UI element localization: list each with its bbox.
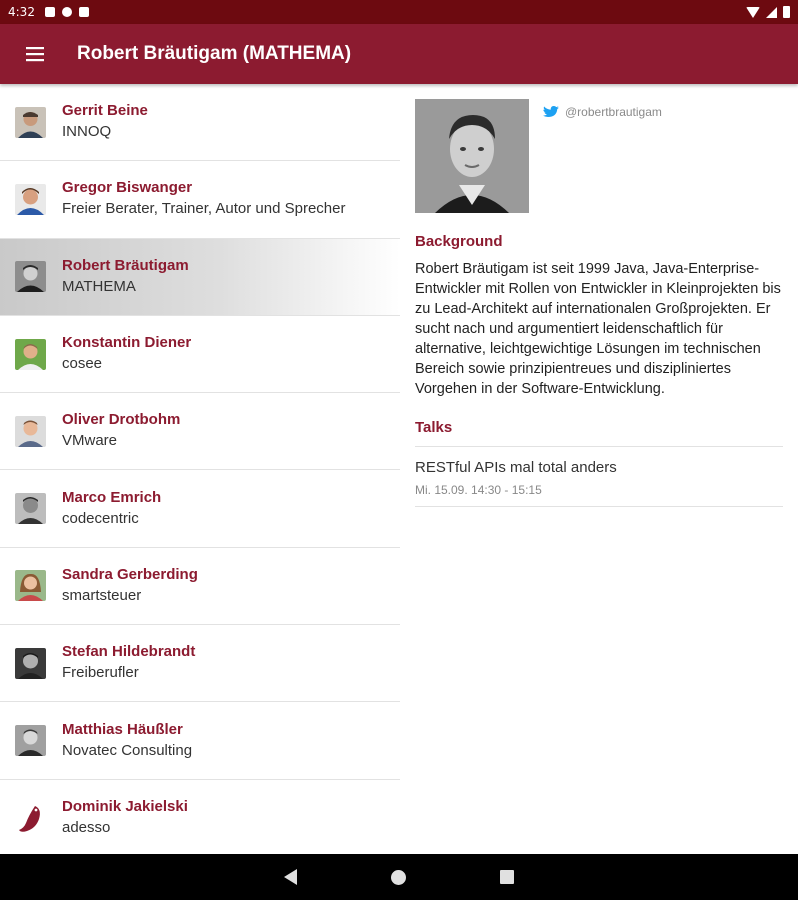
speaker-company: Freier Berater, Trainer, Autor und Sprec… <box>62 200 346 218</box>
speaker-list: Gerrit Beine INNOQ Gregor Biswanger Frei… <box>0 84 400 854</box>
owl-logo-icon <box>15 802 46 834</box>
speaker-company: VMware <box>62 432 118 450</box>
avatar <box>15 106 46 138</box>
speaker-list-item[interactable]: Gerrit Beine INNOQ <box>0 84 400 162</box>
speaker-detail: @robertbrautigam Background Robert Bräut… <box>400 84 798 854</box>
speaker-list-item[interactable]: Dominik Jakielski adesso <box>0 780 400 854</box>
twitter-link[interactable]: @robertbrautigam <box>543 105 662 119</box>
home-icon[interactable] <box>391 869 406 885</box>
speaker-list-item[interactable]: Stefan Hildebrandt Freiberufler <box>0 625 400 703</box>
speaker-photo <box>415 99 529 213</box>
twitter-handle[interactable]: @robertbrautigam <box>565 105 662 119</box>
menu-button[interactable] <box>0 24 70 84</box>
navigation-bar <box>0 854 798 900</box>
talk-time: Mi. 15.09. 14:30 - 15:15 <box>415 483 542 497</box>
speaker-name: Robert Bräutigam <box>62 256 189 274</box>
speaker-company: adesso <box>62 819 111 837</box>
notification-icon <box>61 7 72 17</box>
app-bar: Robert Bräutigam (MATHEMA) <box>0 24 798 84</box>
background-heading: Background <box>415 233 503 250</box>
twitter-icon <box>543 105 559 117</box>
speaker-list-item[interactable]: Marco Emrich codecentric <box>0 470 400 548</box>
speaker-list-item[interactable]: Sandra Gerberding smartsteuer <box>0 548 400 626</box>
avatar <box>15 338 46 370</box>
notification-icon <box>44 7 55 17</box>
hamburger-menu-icon <box>26 47 44 62</box>
speaker-company: Freiberufler <box>62 664 139 682</box>
speaker-name: Gerrit Beine <box>62 102 148 120</box>
speaker-company: codecentric <box>62 509 139 527</box>
speaker-name: Konstantin Diener <box>62 334 192 352</box>
speaker-company: MATHEMA <box>62 277 136 295</box>
talks-heading: Talks <box>415 419 783 447</box>
avatar <box>15 725 46 757</box>
status-time: 4:32 <box>8 5 35 19</box>
speaker-name: Gregor Biswanger <box>62 179 193 197</box>
avatar <box>15 570 46 602</box>
avatar <box>15 493 46 525</box>
battery-icon <box>783 6 790 18</box>
speaker-bio: Robert Bräutigam ist seit 1999 Java, Jav… <box>415 261 781 397</box>
avatar <box>15 415 46 447</box>
speaker-list-item[interactable]: Konstantin Diener cosee <box>0 316 400 394</box>
sd-card-icon <box>78 7 89 17</box>
avatar <box>15 647 46 679</box>
speaker-list-item-selected[interactable]: Robert Bräutigam MATHEMA <box>0 238 400 316</box>
avatar <box>15 261 46 293</box>
speaker-name: Matthias Häußler <box>62 720 183 738</box>
talk-title: RESTful APIs mal total anders <box>415 459 617 476</box>
speaker-name: Stefan Hildebrandt <box>62 643 196 661</box>
talk-item[interactable]: RESTful APIs mal total anders Mi. 15.09.… <box>415 447 783 507</box>
speaker-company: Novatec Consulting <box>62 741 193 759</box>
speaker-list-item[interactable]: Oliver Drotbohm VMware <box>0 393 400 471</box>
recent-apps-icon[interactable] <box>500 870 514 884</box>
signal-icon <box>766 6 777 18</box>
speaker-company: INNOQ <box>62 123 112 141</box>
speaker-name: Sandra Gerberding <box>62 565 198 583</box>
speaker-name: Marco Emrich <box>62 488 162 506</box>
avatar <box>15 183 46 215</box>
wifi-icon <box>746 6 760 18</box>
back-icon[interactable] <box>284 869 297 885</box>
speaker-company: cosee <box>62 355 103 373</box>
speaker-name: Dominik Jakielski <box>62 798 188 816</box>
speaker-list-item[interactable]: Matthias Häußler Novatec Consulting <box>0 702 400 780</box>
speaker-company: smartsteuer <box>62 586 142 604</box>
speaker-name: Oliver Drotbohm <box>62 411 181 429</box>
speaker-list-item[interactable]: Gregor Biswanger Freier Berater, Trainer… <box>0 161 400 239</box>
status-bar: 4:32 <box>0 0 798 24</box>
page-title: Robert Bräutigam (MATHEMA) <box>77 43 352 64</box>
